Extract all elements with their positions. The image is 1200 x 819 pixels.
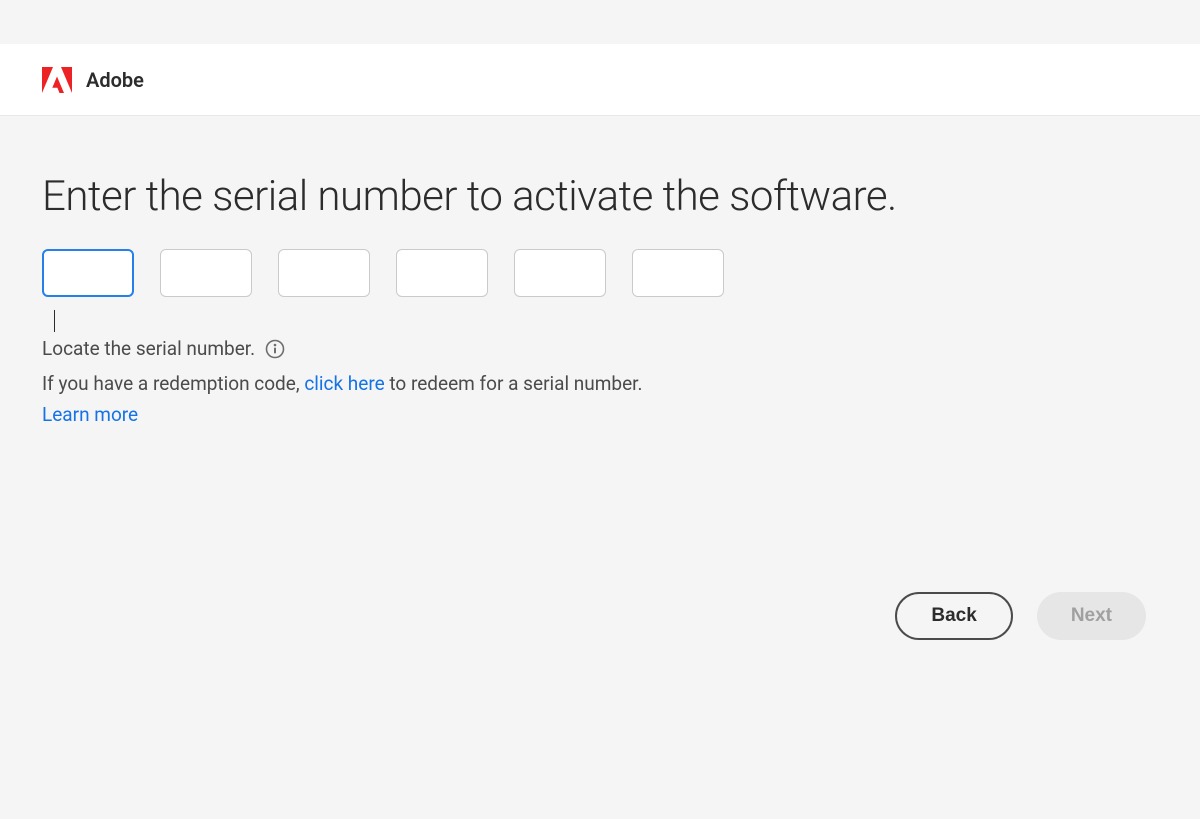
header-bar: Adobe — [0, 44, 1200, 116]
serial-input-4[interactable] — [396, 249, 488, 297]
logo-container: Adobe — [42, 67, 144, 93]
redemption-prefix: If you have a redemption code, — [42, 372, 304, 395]
serial-input-2[interactable] — [160, 249, 252, 297]
back-button[interactable]: Back — [895, 592, 1012, 640]
footer-buttons: Back Next — [895, 592, 1146, 640]
locate-row: Locate the serial number. — [42, 337, 1158, 360]
serial-input-5[interactable] — [514, 249, 606, 297]
adobe-logo-icon — [42, 67, 72, 93]
serial-inputs-row — [42, 249, 1158, 297]
info-icon[interactable] — [265, 339, 285, 359]
text-cursor — [54, 310, 55, 332]
serial-input-1[interactable] — [42, 249, 134, 297]
next-button[interactable]: Next — [1037, 592, 1146, 640]
brand-name: Adobe — [86, 68, 144, 92]
main-content: Enter the serial number to activate the … — [0, 116, 1200, 426]
redemption-text: If you have a redemption code, click her… — [42, 372, 1158, 395]
serial-input-3[interactable] — [278, 249, 370, 297]
redemption-suffix: to redeem for a serial number. — [385, 372, 643, 395]
learn-more-link[interactable]: Learn more — [42, 403, 1158, 426]
page-title: Enter the serial number to activate the … — [42, 172, 1158, 221]
click-here-link[interactable]: click here — [304, 372, 384, 395]
locate-serial-text: Locate the serial number. — [42, 337, 255, 360]
serial-input-6[interactable] — [632, 249, 724, 297]
